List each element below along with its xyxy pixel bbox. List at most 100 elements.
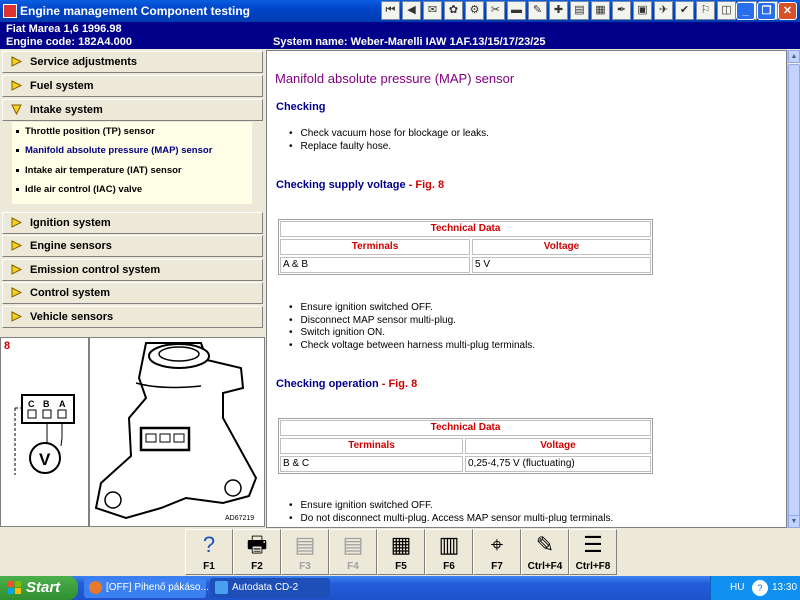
scroll-down-button[interactable]: ▼ bbox=[788, 515, 800, 528]
list-item: Ensure ignition switched OFF. bbox=[289, 302, 535, 315]
sidebar-item-intake-system[interactable]: Intake system bbox=[2, 99, 263, 121]
start-button[interactable]: Start bbox=[0, 576, 78, 600]
column-header: Voltage bbox=[472, 239, 651, 255]
function-button-f4[interactable]: ▤ F4 bbox=[329, 529, 377, 575]
vehicle-model: Fiat Marea 1,6 1996.98 bbox=[6, 23, 122, 35]
prev-icon[interactable]: ◀ bbox=[402, 1, 421, 20]
app-icon bbox=[3, 4, 17, 18]
tool-icon[interactable]: ◫ bbox=[717, 1, 736, 20]
system-tray: HU ? 13:30 bbox=[710, 576, 800, 600]
sidebar-item-fuel-system[interactable]: Fuel system bbox=[2, 75, 263, 97]
column-header: Terminals bbox=[280, 438, 463, 454]
tool-icon[interactable]: ▤ bbox=[570, 1, 589, 20]
title-bar: Engine management Component testing ⏮ ◀ ✉ ✿… bbox=[0, 0, 800, 22]
submenu-item-iac-valve[interactable]: Idle air control (IAC) valve bbox=[16, 184, 142, 195]
intake-submenu: Throttle position (TP) sensor Manifold a… bbox=[12, 122, 252, 204]
restore-button[interactable]: ❐ bbox=[757, 2, 776, 20]
pin-b-label: B bbox=[43, 399, 50, 409]
bullet-icon bbox=[16, 187, 19, 191]
list-item: Check voltage between harness multi-plug… bbox=[289, 340, 536, 353]
function-button-f2[interactable]: 🖶 F2 bbox=[233, 529, 281, 575]
task-autodata[interactable]: Autodata CD-2 bbox=[210, 578, 330, 598]
chevron-right-icon bbox=[11, 311, 22, 322]
function-key-label: F4 bbox=[347, 561, 359, 572]
sidebar-item-control-system[interactable]: Control system bbox=[2, 282, 263, 304]
submenu-item-tp-sensor[interactable]: Throttle position (TP) sensor bbox=[16, 126, 155, 137]
close-button[interactable]: ✕ bbox=[778, 2, 797, 20]
tool-icon[interactable]: ▬ bbox=[507, 1, 526, 20]
scroll-thumb[interactable] bbox=[788, 64, 800, 524]
toolbar: ⏮◀✉✿⚙✂▬✎✚▤▦✒▣✈✔⚐◫▥⎋ bbox=[381, 1, 778, 20]
table-cell: 5 V bbox=[472, 257, 651, 273]
function-button-f3[interactable]: ▤ F3 bbox=[281, 529, 329, 575]
diagram-icon: ▥ bbox=[438, 532, 460, 557]
sidebar-item-vehicle-sensors[interactable]: Vehicle sensors bbox=[2, 306, 263, 328]
sidebar-item-label: Ignition system bbox=[30, 217, 111, 229]
function-button-f6[interactable]: ▥ F6 bbox=[425, 529, 473, 575]
table-cell: 0,25-4,75 V (fluctuating) bbox=[465, 456, 651, 472]
table-cell: B & C bbox=[280, 456, 463, 472]
tool-icon[interactable]: ⚙ bbox=[465, 1, 484, 20]
heading-text: Checking operation bbox=[276, 378, 379, 390]
tool-icon[interactable]: ✔ bbox=[675, 1, 694, 20]
browser-icon bbox=[89, 581, 102, 594]
help-icon[interactable]: ? bbox=[752, 580, 768, 596]
tool-icon[interactable]: ✎ bbox=[528, 1, 547, 20]
sidebar-item-label: Service adjustments bbox=[30, 56, 137, 68]
tool-icon[interactable]: ✒ bbox=[612, 1, 631, 20]
page-title: Manifold absolute pressure (MAP) sensor bbox=[275, 71, 515, 86]
technical-data-table-supply: Technical Data Terminals Voltage A & B 5… bbox=[278, 219, 653, 275]
figure-ref: - Fig. 8 bbox=[378, 378, 418, 390]
function-button-f7[interactable]: ⌖ F7 bbox=[473, 529, 521, 575]
system-name: System name: Weber-Marelli IAW 1AF.13/15… bbox=[273, 36, 546, 48]
function-key-label: F2 bbox=[251, 561, 263, 572]
vehicle-info-bar: Fiat Marea 1,6 1996.98 Engine code: 182A… bbox=[0, 22, 800, 49]
tool-icon[interactable]: ▣ bbox=[633, 1, 652, 20]
function-key-label: F7 bbox=[491, 561, 503, 572]
submenu-item-iat-sensor[interactable]: Intake air temperature (IAT) sensor bbox=[16, 165, 182, 176]
function-button-ctrl-f8[interactable]: ☰ Ctrl+F8 bbox=[569, 529, 617, 575]
submenu-item-map-sensor[interactable]: Manifold absolute pressure (MAP) sensor bbox=[16, 145, 212, 156]
sidebar-item-label: Engine sensors bbox=[30, 240, 112, 252]
content-scrollbar[interactable]: ▲ ▼ bbox=[787, 50, 800, 528]
figure-ref: - Fig. 8 bbox=[405, 179, 445, 191]
scroll-up-button[interactable]: ▲ bbox=[788, 50, 800, 63]
tool-icon[interactable]: ⚐ bbox=[696, 1, 715, 20]
print-icon: 🖶 bbox=[246, 532, 268, 557]
function-button-ctrl-f4[interactable]: ✎ Ctrl+F4 bbox=[521, 529, 569, 575]
window-title: Engine management Component testing bbox=[20, 4, 251, 18]
sidebar-item-ignition-system[interactable]: Ignition system bbox=[2, 212, 263, 234]
tool-icon[interactable]: ✿ bbox=[444, 1, 463, 20]
tool-icon[interactable]: ✂ bbox=[486, 1, 505, 20]
chevron-right-icon bbox=[11, 240, 22, 251]
table-cell: A & B bbox=[280, 257, 470, 273]
chevron-right-icon bbox=[11, 80, 22, 91]
submenu-item-label: Throttle position (TP) sensor bbox=[25, 126, 155, 137]
figure-panel: 8 C B A V AD67219 bbox=[0, 337, 265, 527]
first-icon[interactable]: ⏮ bbox=[381, 1, 400, 20]
sidebar-item-service-adjustments[interactable]: Service adjustments bbox=[2, 51, 263, 73]
minimize-button[interactable]: _ bbox=[736, 2, 755, 20]
language-indicator[interactable]: HU bbox=[730, 582, 744, 593]
sidebar-item-engine-sensors[interactable]: Engine sensors bbox=[2, 235, 263, 257]
map-sensor-diagram: C B A V bbox=[14, 338, 258, 526]
list-icon: ☰ bbox=[583, 532, 603, 557]
bullet-icon bbox=[16, 129, 19, 133]
supply-bullets: Ensure ignition switched OFF. Disconnect… bbox=[289, 302, 536, 353]
task-browser[interactable]: [OFF] Pihenő pákáso... bbox=[84, 578, 209, 598]
tool-icon[interactable]: ✚ bbox=[549, 1, 568, 20]
tool-icon[interactable]: ▦ bbox=[591, 1, 610, 20]
tool-icon[interactable]: ✈ bbox=[654, 1, 673, 20]
submenu-item-label: Manifold absolute pressure (MAP) sensor bbox=[25, 145, 213, 156]
sidebar-item-emission-control[interactable]: Emission control system bbox=[2, 259, 263, 281]
list-item: Disconnect MAP sensor multi-plug. bbox=[289, 315, 535, 328]
table-title: Technical Data bbox=[280, 221, 651, 237]
sidebar-item-label: Emission control system bbox=[30, 264, 161, 276]
tool-icon[interactable]: ✉ bbox=[423, 1, 442, 20]
function-button-f5[interactable]: ▦ F5 bbox=[377, 529, 425, 575]
notes-icon: ✎ bbox=[535, 532, 555, 557]
window-controls: _ ❐ ✕ bbox=[736, 2, 797, 20]
chevron-right-icon bbox=[11, 287, 22, 298]
bullet-icon bbox=[16, 168, 19, 172]
function-button-f1[interactable]: ? F1 bbox=[185, 529, 233, 575]
